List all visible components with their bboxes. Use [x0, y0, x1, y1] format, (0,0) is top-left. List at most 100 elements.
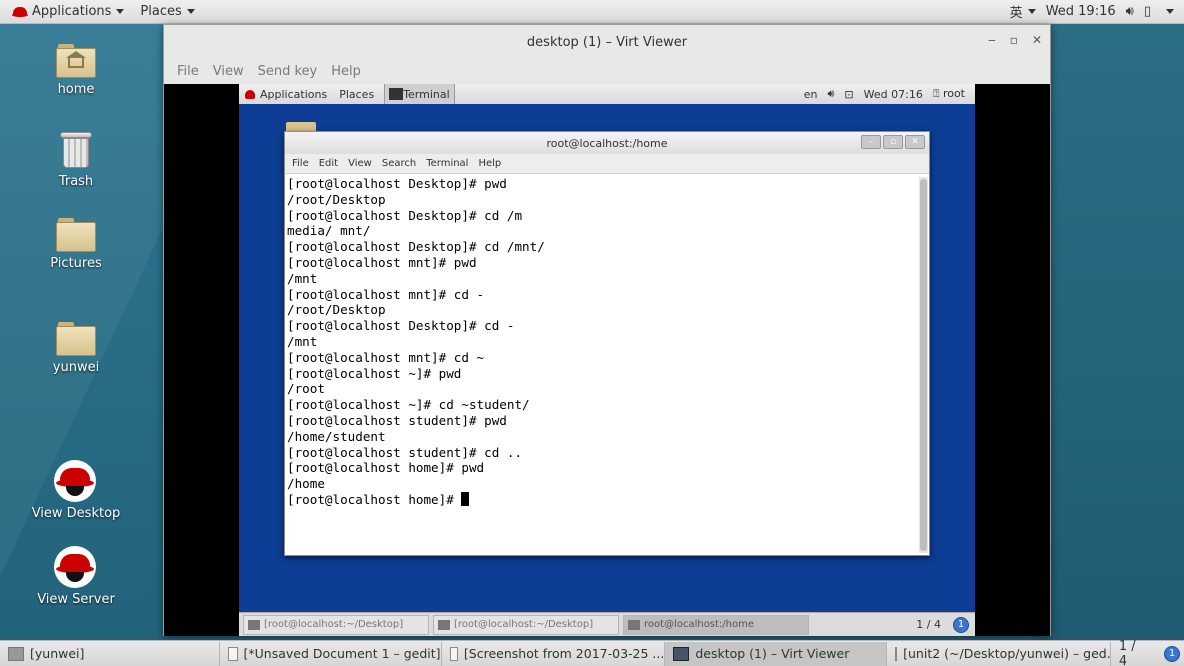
terminal-line: /mnt	[287, 270, 318, 286]
home-folder-icon	[56, 44, 96, 78]
terminal-line: /root	[287, 381, 325, 397]
terminal-menu-search[interactable]: Search	[377, 158, 421, 169]
guest-taskbar-item[interactable]: [root@localhost:~/Desktop]	[433, 614, 619, 635]
window-titlebar[interactable]: desktop (1) – Virt Viewer ‒ ▫ ✕	[164, 25, 1050, 59]
desktop-icon-home[interactable]: home	[26, 44, 126, 97]
terminal-titlebar[interactable]: root@localhost:/home – ▫ ✕	[285, 132, 929, 154]
minimize-button[interactable]: –	[861, 135, 881, 149]
terminal-line: [root@localhost mnt]# cd -	[287, 286, 485, 302]
host-taskbar-item-active[interactable]: desktop (1) – Virt Viewer	[665, 641, 888, 666]
terminal-menu-help[interactable]: Help	[473, 158, 506, 169]
terminal-menu-terminal[interactable]: Terminal	[421, 158, 473, 169]
terminal-title: root@localhost:/home	[546, 136, 668, 150]
guest-user-menu[interactable]: ⍰ root	[933, 87, 965, 101]
terminal-line: [root@localhost mnt]# pwd	[287, 254, 477, 270]
input-method-indicator[interactable]: 英	[1010, 2, 1036, 21]
chevron-down-icon	[186, 9, 195, 14]
guest-top-panel: Applications Places Terminal en 🔊︎ ⊡ Wed…	[239, 84, 975, 104]
terminal-output[interactable]: [root@localhost Desktop]# pwd/root/Deskt…	[285, 175, 918, 555]
terminal-prompt-line[interactable]: [root@localhost home]#	[287, 491, 916, 508]
desktop-icon-label: home	[57, 82, 95, 97]
guest-taskbar-item[interactable]: [root@localhost:~/Desktop]	[243, 614, 429, 635]
minimize-button[interactable]: ‒	[988, 33, 996, 47]
window-controls: ‒ ▫ ✕	[988, 33, 1042, 47]
guest-places-menu[interactable]: Places	[333, 88, 380, 101]
desktop-icon-view-server[interactable]: View Server	[26, 546, 126, 607]
redhat-icon	[245, 89, 255, 99]
host-taskbar-item[interactable]: [*Unsaved Document 1 – gedit]	[220, 641, 442, 666]
guest-task-label: Terminal	[403, 87, 450, 101]
window-title: desktop (1) – Virt Viewer	[526, 34, 688, 50]
battery-icon[interactable]: ▯	[1144, 4, 1151, 19]
close-button[interactable]: ✕	[1032, 33, 1042, 47]
maximize-button[interactable]: ▫	[1010, 33, 1018, 47]
guest-places-label: Places	[339, 87, 375, 101]
guest-desktop[interactable]: Applications Places Terminal en 🔊︎ ⊡ Wed…	[239, 84, 975, 636]
terminal-line: [root@localhost student]# pwd	[287, 412, 507, 428]
desktop-icon-label: Pictures	[50, 256, 102, 271]
guest-terminal-task[interactable]: Terminal	[384, 84, 455, 104]
info-icon[interactable]: 1	[1164, 645, 1181, 662]
menu-help[interactable]: Help	[324, 64, 368, 79]
guest-lang[interactable]: en	[804, 88, 818, 101]
terminal-scrollbar[interactable]	[919, 177, 928, 553]
guest-tray: en 🔊︎ ⊡ Wed 07:16 ⍰ root	[804, 87, 975, 101]
guest-pager-label: 1 / 4	[916, 618, 941, 631]
desktop-icon-label: View Desktop	[31, 506, 121, 521]
maximize-button[interactable]: ▫	[883, 135, 903, 149]
terminal-menubar: File Edit View Search Terminal Help	[285, 154, 929, 174]
volume-icon[interactable]: 🔊︎	[1126, 4, 1134, 19]
user-icon: ⍰	[932, 87, 940, 100]
terminal-menu-file[interactable]: File	[287, 158, 314, 169]
terminal-line: [root@localhost mnt]# cd ~	[287, 349, 485, 365]
menu-view[interactable]: View	[206, 64, 251, 79]
network-icon[interactable]: ⊡	[844, 88, 853, 101]
terminal-icon	[438, 619, 450, 630]
terminal-line: [root@localhost Desktop]# pwd	[287, 176, 507, 191]
applications-label: Applications	[32, 4, 112, 19]
volume-icon[interactable]: 🔊︎	[827, 87, 834, 101]
clock[interactable]: Wed 19:16	[1046, 4, 1116, 19]
text-editor-icon	[227, 646, 238, 661]
info-icon[interactable]: 1	[953, 616, 969, 633]
desktop-icon-yunwei[interactable]: yunwei	[26, 322, 126, 375]
terminal-menu-view[interactable]: View	[343, 158, 377, 169]
terminal-line: /mnt	[287, 333, 318, 349]
applications-menu[interactable]: Applications	[4, 0, 132, 24]
desktop-icon-pictures[interactable]: Pictures	[26, 218, 126, 271]
terminal-line: /root/Desktop	[287, 191, 386, 207]
host-task-label: desktop (1) – Virt Viewer	[695, 646, 850, 661]
menu-send-key[interactable]: Send key	[251, 64, 325, 79]
desktop-icon-trash[interactable]: Trash	[26, 130, 126, 189]
terminal-line: /root/Desktop	[287, 302, 386, 318]
host-taskbar-item[interactable]: [Screenshot from 2017-03-25 ...	[442, 641, 666, 666]
places-menu[interactable]: Places	[132, 0, 202, 24]
host-taskbar-item[interactable]: [unit2 (~/Desktop/yunwei) – ged...	[887, 641, 1111, 666]
desktop-icon-label: Trash	[58, 174, 94, 189]
window-icon	[8, 646, 24, 661]
guest-task-label: root@localhost:/home	[644, 619, 755, 630]
terminal-menu-edit[interactable]: Edit	[314, 158, 343, 169]
host-task-label: [yunwei]	[30, 646, 85, 661]
host-workspace-pager[interactable]: 1 / 4 1	[1111, 639, 1184, 666]
host-task-label: [unit2 (~/Desktop/yunwei) – ged...	[903, 646, 1111, 661]
guest-taskbar: [root@localhost:~/Desktop] [root@localho…	[239, 612, 975, 636]
system-menu-button[interactable]	[1161, 9, 1174, 14]
folder-icon	[56, 322, 96, 356]
host-menu: Applications Places	[4, 0, 203, 24]
desktop-icon-view-desktop[interactable]: View Desktop	[26, 460, 126, 521]
scrollbar-thumb[interactable]	[920, 179, 927, 551]
guest-clock[interactable]: Wed 07:16	[864, 88, 923, 101]
guest-workspace-pager[interactable]: 1 / 4 1	[916, 616, 975, 633]
vm-display[interactable]: Applications Places Terminal en 🔊︎ ⊡ Wed…	[164, 84, 1050, 636]
host-task-label: [*Unsaved Document 1 – gedit]	[243, 646, 441, 661]
menu-file[interactable]: File	[170, 64, 206, 79]
close-button[interactable]: ✕	[905, 135, 925, 149]
host-task-label: [Screenshot from 2017-03-25 ...	[463, 646, 665, 661]
guest-applications-menu[interactable]: Applications	[239, 88, 333, 101]
host-taskbar-item[interactable]: [yunwei]	[0, 641, 220, 666]
text-editor-icon	[895, 646, 898, 661]
guest-taskbar-item-active[interactable]: root@localhost:/home	[623, 614, 809, 635]
folder-icon	[56, 218, 96, 252]
terminal-icon	[628, 619, 640, 630]
